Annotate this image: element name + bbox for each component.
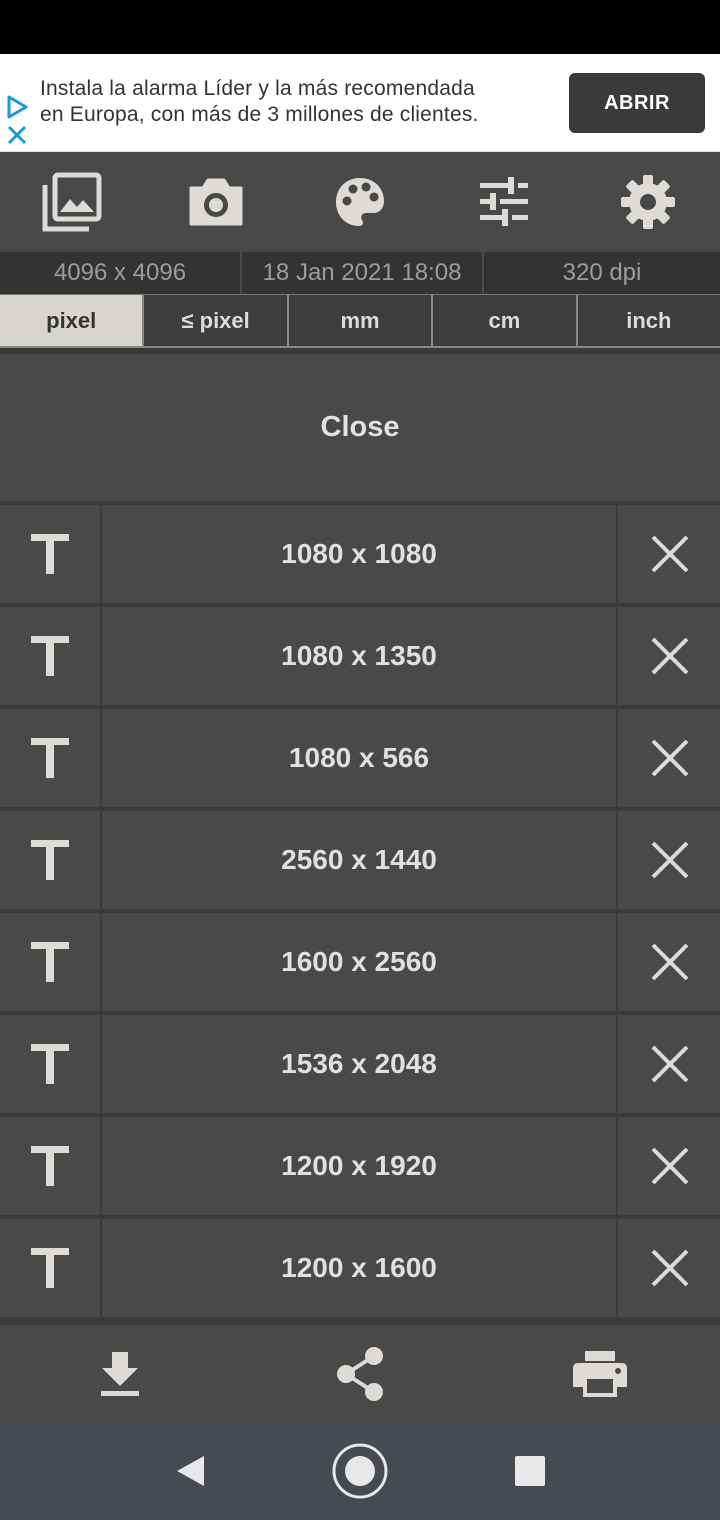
text-edit-button[interactable] — [0, 607, 102, 705]
image-info-bar: 4096 x 4096 18 Jan 2021 18:08 320 dpi — [0, 252, 720, 294]
text-icon — [31, 1248, 69, 1288]
settings-icon — [621, 175, 675, 229]
palette-icon — [336, 178, 384, 226]
delete-preset-button[interactable] — [616, 709, 720, 807]
camera-icon — [189, 178, 243, 226]
share-icon — [337, 1346, 383, 1401]
text-icon — [31, 636, 69, 676]
delete-preset-button[interactable] — [616, 913, 720, 1011]
gallery-icon — [42, 172, 102, 232]
text-edit-button[interactable] — [0, 811, 102, 909]
text-icon — [31, 738, 69, 778]
close-icon — [651, 739, 689, 777]
nav-back-button[interactable] — [160, 1422, 220, 1520]
preset-row: 2560 x 1440 — [0, 811, 720, 909]
preset-size-label[interactable]: 1200 x 1600 — [102, 1219, 616, 1317]
unit-tabs: pixel ≤ pixel mm cm inch — [0, 294, 720, 348]
preset-row: 1080 x 566 — [0, 709, 720, 807]
share-button[interactable] — [240, 1325, 480, 1422]
home-icon — [332, 1443, 388, 1499]
delete-preset-button[interactable] — [616, 1117, 720, 1215]
preset-size-label[interactable]: 1080 x 1080 — [102, 505, 616, 603]
action-bar — [0, 1325, 720, 1422]
system-nav-bar — [0, 1422, 720, 1520]
close-icon — [651, 535, 689, 573]
unit-tab-inch[interactable]: inch — [575, 295, 720, 346]
unit-tab-pixel[interactable]: pixel — [0, 295, 143, 346]
text-icon — [31, 1146, 69, 1186]
text-edit-button[interactable] — [0, 1015, 102, 1113]
preset-row: 1200 x 1920 — [0, 1117, 720, 1215]
text-edit-button[interactable] — [0, 913, 102, 1011]
preset-size-label[interactable]: 1600 x 2560 — [102, 913, 616, 1011]
delete-preset-button[interactable] — [616, 607, 720, 705]
text-edit-button[interactable] — [0, 1117, 102, 1215]
image-dpi: 320 dpi — [482, 252, 720, 294]
download-icon — [101, 1351, 139, 1396]
camera-button[interactable] — [144, 152, 288, 252]
text-icon — [31, 534, 69, 574]
status-bar — [0, 0, 720, 54]
text-edit-button[interactable] — [0, 505, 102, 603]
ad-banner[interactable]: Instala la alarma Líder y la más recomen… — [0, 54, 720, 152]
preset-row: 1080 x 1350 — [0, 607, 720, 705]
tune-icon — [480, 177, 528, 226]
close-button[interactable]: Close — [0, 354, 720, 501]
preset-row: 1600 x 2560 — [0, 913, 720, 1011]
print-button[interactable] — [480, 1325, 720, 1422]
ad-text-line1: Instala la alarma Líder y la más recomen… — [40, 77, 475, 100]
text-icon — [31, 942, 69, 982]
nav-recents-button[interactable] — [500, 1422, 560, 1520]
print-icon — [573, 1350, 627, 1397]
delete-preset-button[interactable] — [616, 1219, 720, 1317]
text-icon — [31, 1044, 69, 1084]
preset-size-label[interactable]: 1080 x 566 — [102, 709, 616, 807]
preset-size-label[interactable]: 2560 x 1440 — [102, 811, 616, 909]
ad-open-button[interactable]: ABRIR — [569, 73, 705, 133]
delete-preset-button[interactable] — [616, 505, 720, 603]
close-icon — [651, 1045, 689, 1083]
preset-size-list: 1080 x 1080 1080 x 1350 1080 x 566 2560 … — [0, 505, 720, 1321]
ad-choices-icon[interactable] — [4, 94, 30, 120]
ad-text-line2: en Europa, con más de 3 millones de clie… — [40, 103, 479, 126]
back-icon — [177, 1456, 204, 1486]
gallery-button[interactable] — [0, 152, 144, 252]
unit-tab-cm[interactable]: cm — [431, 295, 575, 346]
close-icon — [651, 637, 689, 675]
preset-row: 1080 x 1080 — [0, 505, 720, 603]
close-icon — [651, 943, 689, 981]
ad-close-icon[interactable] — [6, 124, 28, 146]
preset-size-label[interactable]: 1536 x 2048 — [102, 1015, 616, 1113]
nav-home-button[interactable] — [328, 1422, 392, 1520]
close-icon — [651, 841, 689, 879]
preset-size-label[interactable]: 1200 x 1920 — [102, 1117, 616, 1215]
settings-button[interactable] — [576, 152, 720, 252]
unit-tab-max-pixel[interactable]: ≤ pixel — [142, 295, 286, 346]
adjust-button[interactable] — [432, 152, 576, 252]
image-dimensions: 4096 x 4096 — [53, 259, 187, 286]
close-icon — [651, 1249, 689, 1287]
download-button[interactable] — [0, 1325, 240, 1422]
text-edit-button[interactable] — [0, 1219, 102, 1317]
toolbar — [0, 152, 720, 252]
recents-icon — [515, 1456, 545, 1486]
preset-size-label[interactable]: 1080 x 1350 — [102, 607, 616, 705]
palette-button[interactable] — [288, 152, 432, 252]
image-date: 18 Jan 2021 18:08 — [240, 252, 482, 294]
delete-preset-button[interactable] — [616, 1015, 720, 1113]
delete-preset-button[interactable] — [616, 811, 720, 909]
text-edit-button[interactable] — [0, 709, 102, 807]
unit-tab-mm[interactable]: mm — [286, 295, 431, 346]
text-icon — [31, 840, 69, 880]
close-icon — [651, 1147, 689, 1185]
preset-row: 1200 x 1600 — [0, 1219, 720, 1317]
preset-row: 1536 x 2048 — [0, 1015, 720, 1113]
ad-text[interactable]: Instala la alarma Líder y la más recomen… — [40, 76, 550, 128]
